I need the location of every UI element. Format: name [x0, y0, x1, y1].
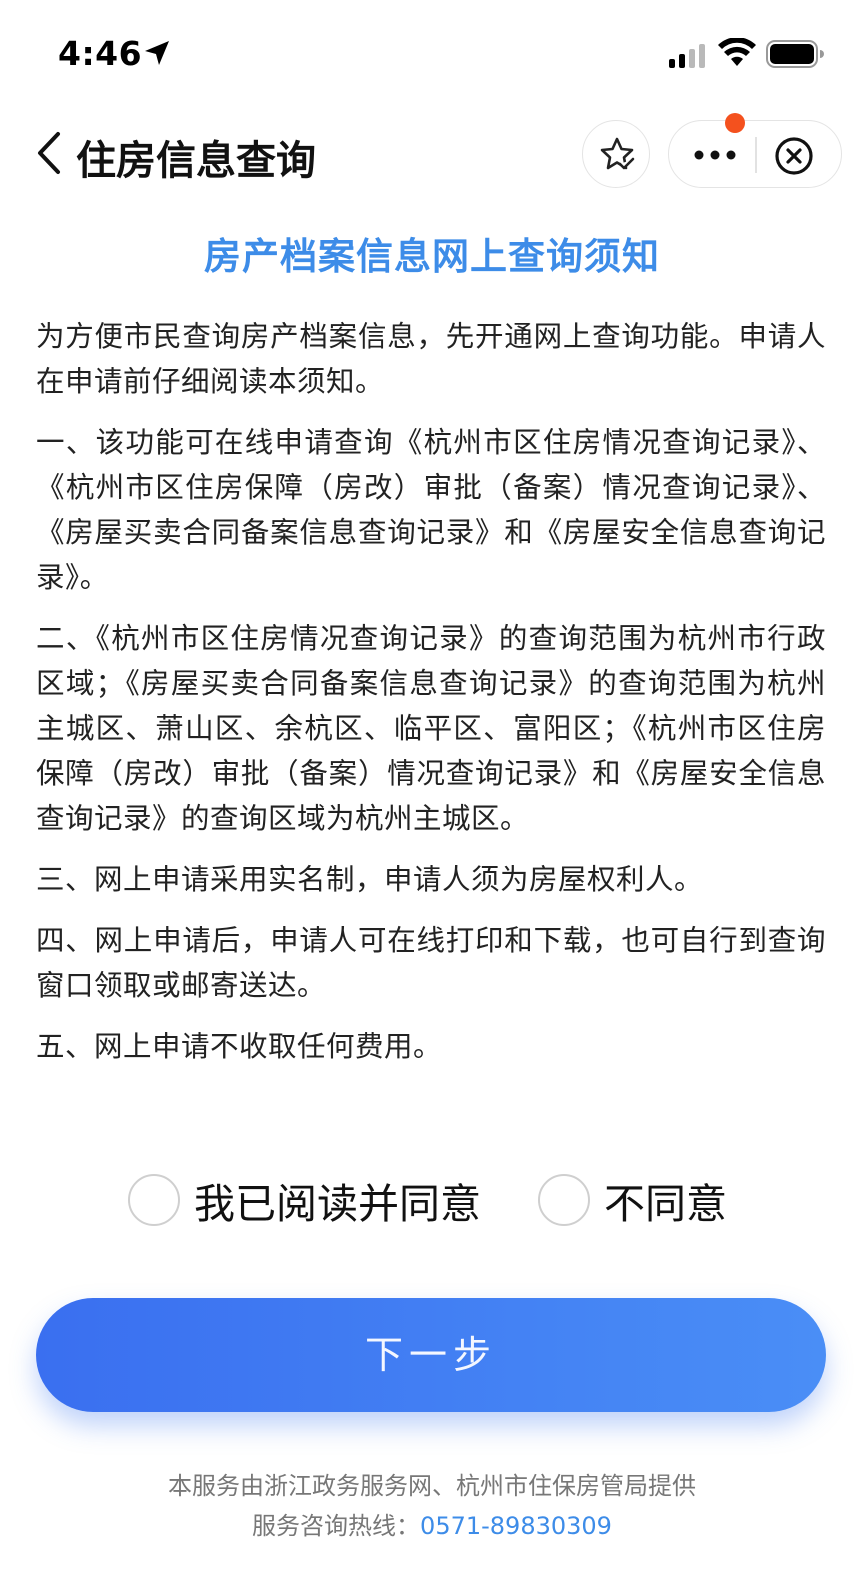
page-title: 住房信息查询 — [76, 138, 316, 184]
mini-program-capsule — [668, 113, 842, 188]
nav-bar: 住房信息查询 — [0, 108, 864, 198]
notice-paragraph-3: 三、网上申请采用实名制，申请人须为房屋权利人。 — [36, 863, 704, 896]
disagree-label: 不同意 — [604, 1180, 727, 1228]
wifi-icon — [718, 38, 756, 66]
notification-dot — [725, 113, 745, 133]
location-arrow-icon — [145, 41, 169, 65]
notice-paragraph-1: 一、该功能可在线申请查询《杭州市区住房情况查询记录》、《杭州市区住房保障（房改）… — [36, 426, 826, 594]
favorite-button[interactable] — [582, 120, 650, 188]
cellular-signal-icon — [669, 44, 705, 68]
notice-paragraph-5: 五、网上申请不收取任何费用。 — [36, 1030, 443, 1063]
notice-paragraph-4: 四、网上申请后，申请人可在线打印和下载，也可自行到查询窗口领取或邮寄送达。 — [36, 924, 826, 1002]
status-bar: 4:46 — [0, 0, 864, 100]
hotline-label: 服务咨询热线： — [252, 1512, 421, 1540]
next-step-button[interactable]: 下一步 — [36, 1298, 826, 1412]
hotline-row: 服务咨询热线：0571-89830309 — [0, 1506, 864, 1546]
notice-title: 房产档案信息网上查询须知 — [204, 235, 660, 278]
agree-option[interactable]: 我已阅读并同意 — [128, 1168, 508, 1228]
back-chevron-icon[interactable] — [30, 130, 70, 176]
footer: 本服务由浙江政务服务网、杭州市住保房管局提供 服务咨询热线：0571-89830… — [0, 1466, 864, 1546]
agree-label: 我已阅读并同意 — [194, 1180, 481, 1228]
star-check-icon — [600, 137, 635, 170]
more-icon[interactable] — [691, 139, 739, 171]
status-time: 4:46 — [58, 34, 143, 73]
notice-body: 为方便市民查询房产档案信息，先开通网上查询功能。申请人在申请前仔细阅读本须知。 … — [36, 314, 826, 1085]
notice-paragraph-intro: 为方便市民查询房产档案信息，先开通网上查询功能。申请人在申请前仔细阅读本须知。 — [36, 320, 826, 398]
battery-icon — [766, 40, 824, 68]
hotline-number-link[interactable]: 0571-89830309 — [420, 1512, 612, 1540]
notice-paragraph-2: 二、《杭州市区住房情况查询记录》的查询范围为杭州市行政区域；《房屋买卖合同备案信… — [36, 622, 826, 835]
disagree-option[interactable]: 不同意 — [538, 1168, 738, 1228]
capsule-divider — [755, 137, 757, 173]
agree-radio[interactable] — [128, 1174, 180, 1226]
close-icon[interactable] — [773, 135, 815, 177]
disagree-radio[interactable] — [538, 1174, 590, 1226]
service-provider-text: 本服务由浙江政务服务网、杭州市住保房管局提供 — [168, 1472, 696, 1500]
